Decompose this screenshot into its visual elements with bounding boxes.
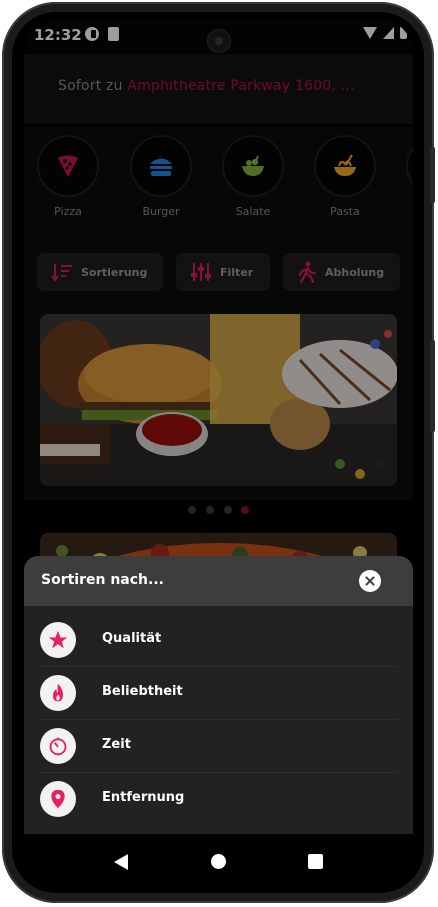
star-icon: [48, 630, 68, 649]
timer-icon: [49, 737, 67, 756]
sort-option-time[interactable]: Zeit: [40, 720, 397, 773]
home-icon[interactable]: [211, 854, 226, 869]
sort-option-quality[interactable]: Qualität: [40, 614, 397, 667]
sheet-title: Sortiren nach...: [41, 572, 164, 588]
option-label: Beliebtheit: [102, 684, 183, 699]
option-icon-circle: [40, 781, 76, 817]
location-pin-icon: [51, 789, 65, 809]
sort-option-distance[interactable]: Entfernung: [40, 773, 397, 825]
system-nav-bar: [24, 834, 413, 888]
option-icon-circle: [40, 675, 76, 711]
volume-button: [430, 147, 435, 203]
option-label: Entfernung: [102, 790, 185, 805]
power-button: [430, 340, 435, 432]
back-icon[interactable]: [114, 854, 128, 870]
screen: 12:32 Sofort zu Amphitheatre Parkway 160…: [24, 18, 413, 888]
sheet-header: Sortiren nach...: [24, 556, 413, 606]
option-icon-circle: [40, 728, 76, 764]
recent-apps-icon[interactable]: [308, 854, 323, 869]
option-label: Zeit: [102, 737, 131, 752]
option-label: Qualität: [102, 631, 162, 646]
close-icon[interactable]: [359, 570, 381, 592]
flame-icon: [53, 683, 63, 702]
sort-bottom-sheet: Sortiren nach... Qualität Beliebtheit Ze…: [24, 556, 413, 838]
option-icon-circle: [40, 622, 76, 658]
sort-option-popularity[interactable]: Beliebtheit: [40, 667, 397, 720]
